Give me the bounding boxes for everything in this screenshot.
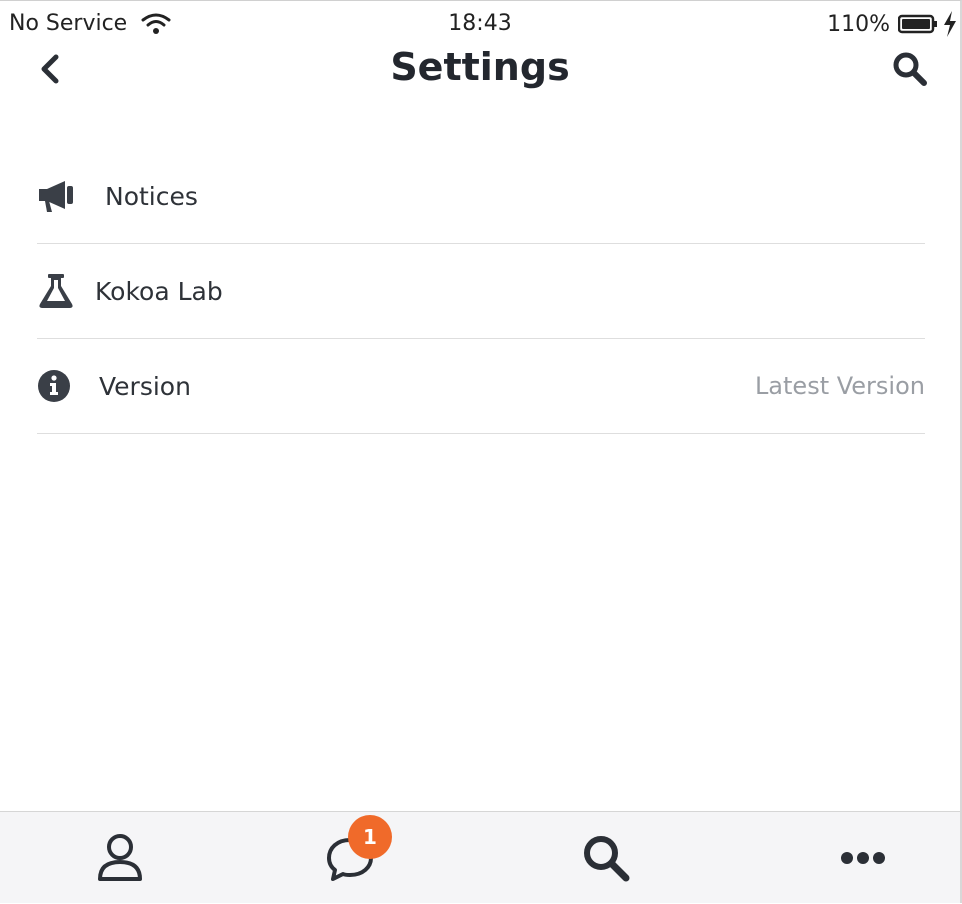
tab-search[interactable] <box>486 812 726 903</box>
flask-icon <box>37 272 75 310</box>
app-screen: No Service 18:43 110% Settings Notices K… <box>0 0 962 903</box>
tab-more[interactable] <box>743 812 960 903</box>
status-bar: No Service 18:43 110% <box>0 1 960 45</box>
status-time: 18:43 <box>448 11 512 36</box>
settings-item-label: Notices <box>105 181 198 211</box>
settings-list: Notices Kokoa Lab Version Latest Version <box>37 149 925 434</box>
battery-icon <box>898 14 937 34</box>
info-circle-icon <box>37 367 75 405</box>
more-dots-icon <box>841 852 885 864</box>
tab-profile[interactable] <box>0 812 240 903</box>
settings-item-label: Kokoa Lab <box>95 276 223 306</box>
settings-item-label: Version <box>99 371 191 401</box>
unread-badge: 1 <box>348 815 392 859</box>
settings-item-version[interactable]: Version Latest Version <box>37 339 925 434</box>
search-icon[interactable] <box>890 49 930 89</box>
person-icon <box>98 834 142 881</box>
settings-item-notices[interactable]: Notices <box>37 149 925 244</box>
battery-percent: 110% <box>827 11 890 37</box>
status-right: 110% <box>827 11 958 37</box>
page-title: Settings <box>390 45 570 89</box>
tab-bar: 1 <box>0 811 960 903</box>
version-status: Latest Version <box>754 372 925 400</box>
settings-item-kokoa-lab[interactable]: Kokoa Lab <box>37 244 925 339</box>
megaphone-icon <box>37 177 75 215</box>
search-icon <box>584 836 630 882</box>
navigation-bar: Settings <box>0 41 960 97</box>
charging-bolt-icon <box>944 11 956 37</box>
